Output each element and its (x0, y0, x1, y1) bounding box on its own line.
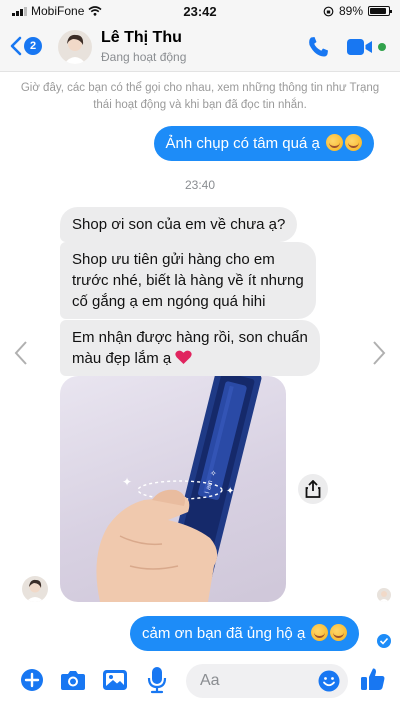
sent-check-icon (377, 634, 391, 648)
message-composer: Aa (0, 656, 400, 706)
chevron-right-icon (373, 341, 386, 365)
message-line: cố gắng ạ em ngóng quá hihi (72, 293, 266, 310)
seen-indicator-avatar (377, 588, 391, 602)
chevron-left-icon (14, 341, 27, 365)
audio-call-button[interactable] (306, 35, 330, 64)
next-button[interactable] (372, 340, 386, 371)
back-chevron-icon (10, 36, 22, 56)
message-line: Em nhận được hàng rồi, son chuẩn (72, 329, 308, 346)
like-button[interactable] (360, 666, 386, 697)
share-icon (305, 480, 321, 498)
previous-button[interactable] (14, 340, 28, 371)
contact-name[interactable]: Lê Thị Thu (101, 29, 182, 47)
time-separator: 23:40 (184, 178, 216, 192)
camera-icon (61, 671, 85, 690)
message-bubble-incoming[interactable]: Shop ơi son của em về chưa ạ? (60, 207, 298, 242)
message-text: Shop ơi son của em về chưa ạ? (72, 216, 286, 233)
status-right: 89% (323, 4, 392, 18)
status-bar: MobiFone 23:42 89% (0, 0, 400, 22)
lipstick-photo: I am spiritual ✦ ✦ ✧ (96, 376, 262, 602)
message-text: Ảnh chụp có tâm quá ạ (165, 135, 320, 152)
plus-icon (21, 669, 43, 691)
smile-icon (318, 670, 340, 692)
chat-header: 2 Lê Thị Thu Đang hoạt động (0, 22, 400, 72)
gallery-button[interactable] (102, 668, 128, 697)
photo-message[interactable]: I am spiritual ✦ ✦ ✧ (60, 376, 286, 602)
message-bubble-outgoing[interactable]: Ảnh chụp có tâm quá ạ (153, 126, 374, 161)
camera-button[interactable] (60, 669, 86, 696)
message-input[interactable]: Aa (186, 664, 348, 698)
message-line: trước nhé, biết là hàng về ít nhưng (72, 272, 304, 289)
svg-text:✧: ✧ (210, 469, 217, 478)
online-indicator (378, 43, 386, 51)
phone-icon (309, 37, 328, 57)
microphone-icon (147, 667, 167, 694)
heart-icon (175, 350, 193, 364)
svg-text:✦: ✦ (122, 475, 132, 489)
smiling-face-with-hearts-emoji (330, 624, 348, 641)
voice-button[interactable] (147, 666, 167, 699)
thumbs-up-icon (361, 668, 385, 690)
battery-fill (370, 8, 387, 14)
smiling-face-with-hearts-emoji (345, 134, 362, 151)
message-line: màu đẹp lắm ạ (72, 348, 308, 369)
orientation-lock-icon (323, 6, 334, 16)
svg-text:✦: ✦ (226, 486, 234, 497)
emoji-button[interactable] (318, 670, 340, 697)
back-button[interactable]: 2 (10, 36, 42, 56)
battery-percent: 89% (338, 4, 363, 18)
gallery-icon (103, 670, 127, 690)
smiling-face-with-hearts-emoji (311, 624, 329, 641)
contact-status: Đang hoạt động (101, 50, 187, 64)
share-button[interactable] (298, 474, 328, 504)
battery-icon (368, 6, 392, 16)
more-actions-button[interactable] (20, 668, 44, 697)
smiling-face-with-hearts-emoji (326, 134, 343, 151)
message-input-placeholder: Aa (200, 672, 220, 689)
message-bubble-outgoing[interactable]: cảm ơn bạn đã ủng hộ ạ (130, 616, 360, 651)
video-camera-icon (347, 39, 372, 55)
message-bubble-incoming[interactable]: Shop ưu tiên gửi hàng cho em trước nhé, … (60, 242, 316, 319)
message-bubble-incoming[interactable]: Em nhận được hàng rồi, son chuẩn màu đẹp… (60, 320, 320, 376)
sender-avatar[interactable] (22, 576, 48, 602)
unread-badge: 2 (24, 37, 42, 55)
call-info-text: Giờ đây, các bạn có thể gọi cho nhau, xe… (20, 82, 380, 111)
message-text: cảm ơn bạn đã ủng hộ ạ (142, 625, 306, 642)
avatar[interactable] (58, 30, 92, 64)
video-call-button[interactable] (346, 36, 374, 63)
message-line: Shop ưu tiên gửi hàng cho em (72, 251, 275, 268)
